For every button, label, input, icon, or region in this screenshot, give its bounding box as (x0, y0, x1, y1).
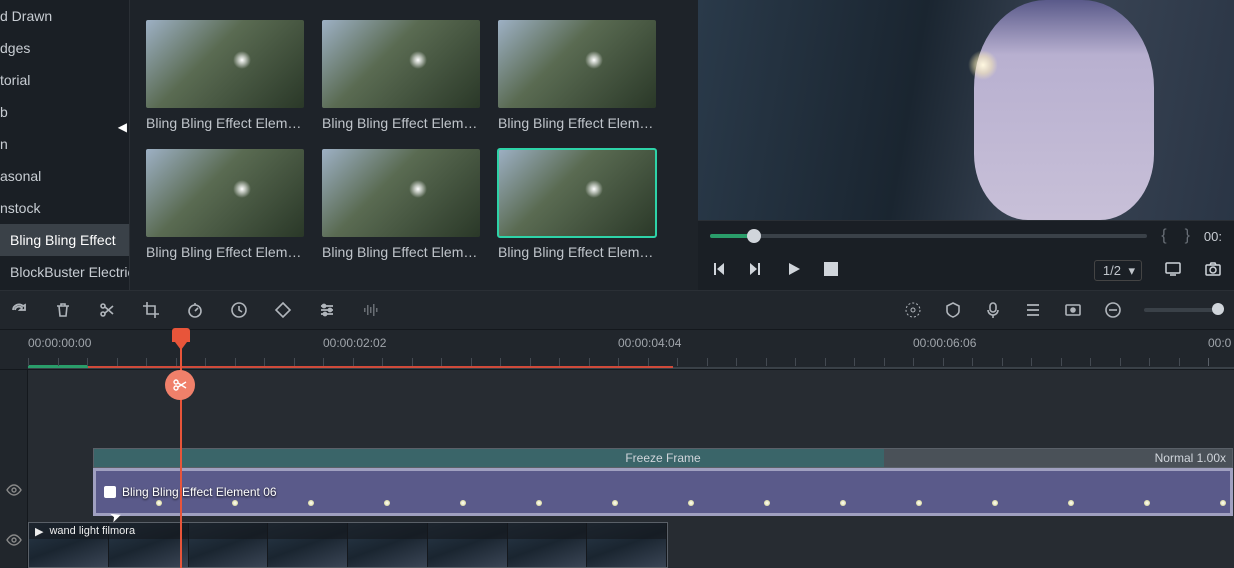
gallery-thumb[interactable] (498, 20, 656, 108)
zoom-out-icon[interactable] (1104, 301, 1122, 319)
gallery-thumb[interactable] (322, 149, 480, 237)
snapshot-icon[interactable] (1204, 260, 1222, 281)
gallery-item[interactable]: Bling Bling Effect Elemen… (146, 20, 304, 131)
mixer-icon[interactable] (1024, 301, 1042, 319)
mark-in-icon[interactable]: { (1157, 227, 1170, 245)
category-sidebar: d Drawn dges torial b n asonal nstock Bl… (0, 0, 130, 290)
stop-button[interactable] (824, 262, 838, 279)
crop-icon[interactable] (142, 301, 160, 319)
timeline-toolbar (0, 290, 1234, 330)
preview-video[interactable] (698, 0, 1234, 220)
ruler-tick: 00:00:06:06 (913, 336, 976, 350)
sidebar-item[interactable]: d Drawn (0, 0, 129, 32)
gallery-item[interactable]: Bling Bling Effect Elemen… (322, 20, 480, 131)
preview-time: 00: (1204, 229, 1222, 244)
split-icon[interactable] (98, 301, 116, 319)
speed-label: Normal 1.00x (1155, 451, 1226, 465)
gallery-item[interactable]: Bling Bling Effect Elemen… (498, 149, 656, 260)
gallery-thumb-selected[interactable] (498, 149, 656, 237)
gallery-label: Bling Bling Effect Elemen… (146, 115, 304, 131)
gallery-item[interactable]: Bling Bling Effect Elemen… (322, 149, 480, 260)
video-clip-label: wand light filmora (49, 525, 135, 537)
sidebar-item[interactable]: n (0, 128, 129, 160)
voiceover-icon[interactable] (984, 301, 1002, 319)
video-track-clip[interactable]: ▶ wand light filmora (28, 522, 668, 568)
ruler-tick: 00:00:04:04 (618, 336, 681, 350)
speed-icon[interactable] (186, 301, 204, 319)
duration-icon[interactable] (230, 301, 248, 319)
ruler-tick: 00:00:00:00 (28, 336, 91, 350)
sidebar-item[interactable]: nstock (0, 192, 129, 224)
play-clip-icon: ▶ (35, 525, 43, 538)
track-visibility-icon[interactable] (6, 482, 22, 501)
sidebar-item-blockbuster[interactable]: BlockBuster Electricit (0, 256, 129, 288)
gallery-thumb[interactable] (322, 20, 480, 108)
sidebar-item[interactable]: torial (0, 64, 129, 96)
collapse-sidebar-icon[interactable]: ◀ (118, 120, 127, 134)
track-visibility-icon[interactable] (6, 532, 22, 551)
gallery-thumb[interactable] (146, 149, 304, 237)
prev-frame-button[interactable] (710, 261, 726, 280)
sidebar-item[interactable]: b (0, 96, 129, 128)
gallery-label: Bling Bling Effect Elemen… (498, 244, 656, 260)
record-icon[interactable] (1064, 301, 1082, 319)
effects-gallery: Bling Bling Effect Elemen… Bling Bling E… (130, 0, 698, 290)
delete-icon[interactable] (54, 301, 72, 319)
speed-track-clip[interactable]: Freeze Frame Normal 1.00x (93, 448, 1233, 468)
play-button[interactable] (786, 261, 802, 280)
timeline-zoom-slider[interactable] (1144, 308, 1224, 312)
timeline-tracks: Freeze Frame Normal 1.00x Bling Bling Ef… (0, 370, 1234, 568)
audio-waveform-icon[interactable] (362, 301, 380, 319)
display-settings-icon[interactable] (1164, 260, 1182, 281)
effect-track-clip[interactable]: Bling Bling Effect Element 06 (93, 468, 1233, 516)
adjust-icon[interactable] (318, 301, 336, 319)
gallery-item[interactable]: Bling Bling Effect Elemen… (498, 20, 656, 131)
gallery-label: Bling Bling Effect Elemen… (498, 115, 656, 131)
keyframe-icon[interactable] (274, 301, 292, 319)
sidebar-item[interactable]: asonal (0, 160, 129, 192)
gallery-thumb[interactable] (146, 20, 304, 108)
freeze-label: Freeze Frame (94, 451, 1232, 465)
gallery-label: Bling Bling Effect Elemen… (322, 244, 480, 260)
ruler-tick: 00:0 (1208, 336, 1231, 350)
redo-icon[interactable] (10, 301, 28, 319)
preview-zoom-select[interactable]: 1/2 ▾ (1094, 260, 1142, 281)
preview-scrub-slider[interactable] (710, 234, 1147, 238)
marker-icon[interactable] (944, 301, 962, 319)
sidebar-item[interactable]: dges (0, 32, 129, 64)
gallery-item[interactable]: Bling Bling Effect Elemen… (146, 149, 304, 260)
sidebar-item-bling[interactable]: Bling Bling Effect (0, 224, 129, 256)
render-icon[interactable] (904, 301, 922, 319)
gallery-label: Bling Bling Effect Elemen… (322, 115, 480, 131)
ruler-tick: 00:00:02:02 (323, 336, 386, 350)
playhead[interactable] (180, 330, 182, 568)
preview-panel: { } 00: 1/2 ▾ (698, 0, 1234, 290)
razor-icon[interactable] (165, 370, 195, 400)
gallery-label: Bling Bling Effect Elemen… (146, 244, 304, 260)
step-forward-button[interactable] (748, 261, 764, 280)
mark-out-icon[interactable]: } (1181, 227, 1194, 245)
